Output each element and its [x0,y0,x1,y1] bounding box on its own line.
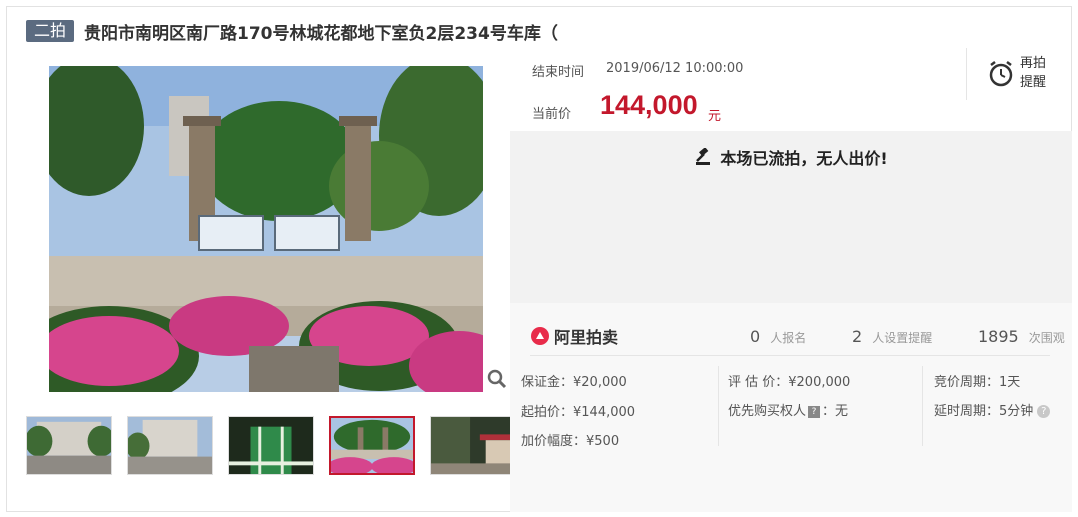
main-photo[interactable] [49,66,483,392]
delay-cycle-field: 延时周期：5分钟? [934,400,1051,419]
appraisal-field: 评 估 价：¥200,000 [728,375,851,390]
thumbnail-strip [26,416,531,475]
reminders-count: 2 [852,327,863,346]
price-unit: 元 [708,109,722,124]
divider [530,355,1050,356]
thumbnail-1[interactable] [26,416,112,475]
reminder-label-line2: 提醒 [1020,75,1047,90]
signups-stat: 0 人报名 [750,327,806,346]
views-count: 1895 [978,327,1019,346]
relist-reminder-button[interactable]: 再拍 提醒 [988,54,1068,94]
ali-auction-logo: 阿里拍卖 [530,324,618,348]
priority-buyer-label: 优先购买权人 [728,404,807,419]
page-title: 贵阳市南明区南厂路170号林城花都地下室负2层234号车库（ [84,23,558,44]
thumbnail-4-selected[interactable] [329,416,415,475]
divider [966,48,967,100]
end-time-value: 2019/06/12 10:00:00 [606,61,744,76]
reminder-label-line1: 再拍 [1020,56,1047,71]
auction-round-badge: 二拍 [26,20,75,42]
ali-auction-logo-text: 阿里拍卖 [554,328,619,347]
gavel-icon [696,148,711,165]
ali-auction-logo-mark [531,327,549,345]
auction-info: 结束时间 2019/06/12 10:00:00 当前价 144,000 元 再… [510,48,1072,130]
priority-buyer-value: ：无 [822,404,849,419]
thumbnail-3[interactable] [228,416,314,475]
delay-cycle-text: 延时周期：5分钟 [934,404,1034,419]
views-stat: 1895 次围观 [978,327,1065,346]
start-price-field: 起拍价：¥144,000 [521,405,636,420]
help-icon[interactable]: ? [1037,405,1051,418]
reminders-label: 人设置提醒 [872,331,933,345]
priority-buyer-field: 优先购买权人? ：无 [728,400,848,419]
deposit-field: 保证金：¥20,000 [521,375,627,390]
signups-label: 人报名 [770,331,807,345]
current-price-label: 当前价 [532,107,572,122]
views-label: 次围观 [1028,331,1065,345]
end-time-label: 结束时间 [532,65,585,80]
column-divider [718,366,719,446]
auction-status-box: 本场已流拍，无人出价! [510,131,1072,303]
title-row: 二拍 贵阳市南明区南厂路170号林城花都地下室负2层234号车库（ [26,18,558,44]
signups-count: 0 [750,327,761,346]
increment-field: 加价幅度：¥500 [521,434,620,449]
thumbnail-2[interactable] [127,416,213,475]
bidding-cycle-field: 竞价周期：1天 [934,375,1021,390]
thumbnail-5[interactable] [430,416,516,475]
alarm-clock-icon [989,61,1013,87]
reminders-stat: 2 人设置提醒 [852,327,932,346]
priority-info-icon[interactable]: ? [808,405,821,418]
column-divider [922,366,923,446]
current-price-value: 144,000 [600,90,698,120]
status-message: 本场已流拍，无人出价! [720,149,888,168]
zoom-icon[interactable] [487,369,507,389]
